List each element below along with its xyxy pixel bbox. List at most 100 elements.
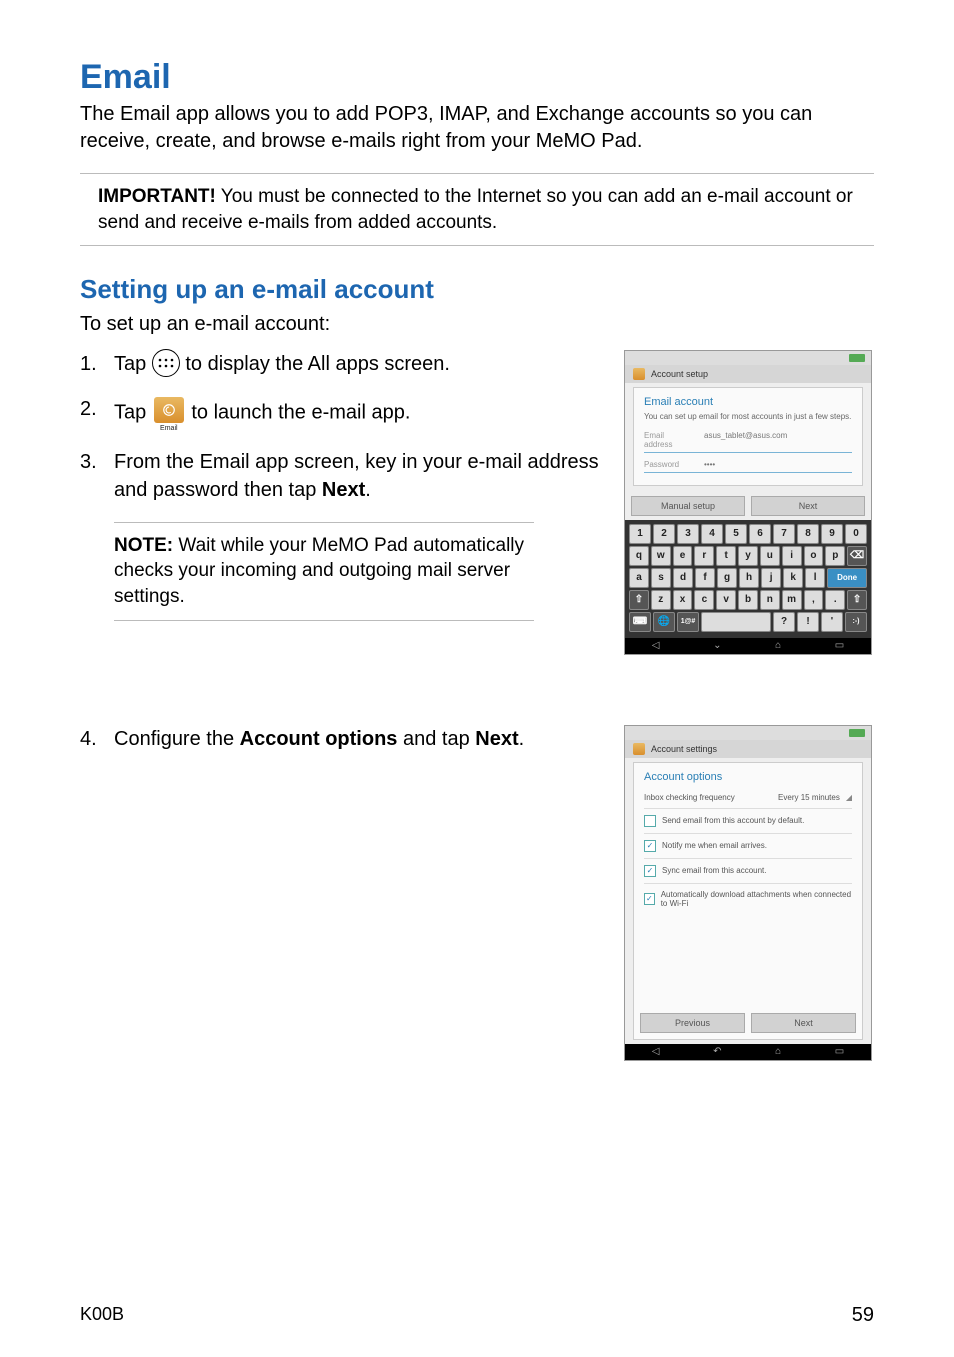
key-y[interactable]: y xyxy=(738,546,758,566)
password-label: Password xyxy=(644,460,694,469)
punct-key-q[interactable]: ? xyxy=(773,612,795,632)
intro-text: The Email app allows you to add POP3, IM… xyxy=(80,101,874,155)
checkbox-checked[interactable] xyxy=(644,840,656,852)
setup-panel: Email account You can set up email for m… xyxy=(633,387,863,486)
key-5[interactable]: 5 xyxy=(725,524,747,544)
frequency-value: Every 15 minutes xyxy=(778,793,840,802)
key-b[interactable]: b xyxy=(738,590,758,610)
screenshot-email-setup: Account setup Email account You can set … xyxy=(624,350,872,655)
key-x[interactable]: x xyxy=(673,590,693,610)
key-3[interactable]: 3 xyxy=(677,524,699,544)
next-button[interactable]: Next xyxy=(751,1013,856,1033)
key-e[interactable]: e xyxy=(673,546,693,566)
key-w[interactable]: w xyxy=(651,546,671,566)
back-icon[interactable]: ◁ xyxy=(652,640,660,651)
key-6[interactable]: 6 xyxy=(749,524,771,544)
key-l[interactable]: l xyxy=(805,568,825,588)
key-t[interactable]: t xyxy=(716,546,736,566)
back-icon[interactable]: ◁ xyxy=(652,1046,660,1057)
key-d[interactable]: d xyxy=(673,568,693,588)
key-o[interactable]: o xyxy=(804,546,824,566)
key-f[interactable]: f xyxy=(695,568,715,588)
emoji-key[interactable]: :-) xyxy=(845,612,867,632)
battery-icon xyxy=(849,354,865,362)
home-icon[interactable]: ⌂ xyxy=(775,640,781,651)
step-3-bold: Next xyxy=(322,479,365,501)
key-⇧[interactable]: ⇧ xyxy=(847,590,867,610)
punct-key-ap[interactable]: ' xyxy=(821,612,843,632)
key-2[interactable]: 2 xyxy=(653,524,675,544)
panel-subtitle: You can set up email for most accounts i… xyxy=(644,412,852,422)
space-key[interactable] xyxy=(701,612,771,632)
option-3-text: Sync email from this account. xyxy=(662,866,766,875)
key-7[interactable]: 7 xyxy=(773,524,795,544)
key-.[interactable]: . xyxy=(825,590,845,610)
option-4-text: Automatically download attachments when … xyxy=(661,890,852,908)
option-sync[interactable]: Sync email from this account. xyxy=(644,859,852,884)
key-i[interactable]: i xyxy=(782,546,802,566)
option-notify[interactable]: Notify me when email arrives. xyxy=(644,834,852,859)
key-q[interactable]: q xyxy=(629,546,649,566)
key-⌫[interactable]: ⌫ xyxy=(847,546,867,566)
key-s[interactable]: s xyxy=(651,568,671,588)
key-p[interactable]: p xyxy=(825,546,845,566)
frequency-row[interactable]: Inbox checking frequency Every 15 minute… xyxy=(644,787,852,809)
options-panel: Account options Inbox checking frequency… xyxy=(633,762,863,1040)
recent-icon[interactable]: ▭ xyxy=(835,1046,844,1057)
recent-icon[interactable]: ▭ xyxy=(835,640,844,651)
key-4[interactable]: 4 xyxy=(701,524,723,544)
key-m[interactable]: m xyxy=(782,590,802,610)
checkbox-checked[interactable] xyxy=(644,865,656,877)
panel-title: Account options xyxy=(644,771,852,783)
option-default-send[interactable]: Send email from this account by default. xyxy=(644,809,852,834)
checkbox-checked[interactable] xyxy=(644,893,655,905)
key-⇧[interactable]: ⇧ xyxy=(629,590,649,610)
key-8[interactable]: 8 xyxy=(797,524,819,544)
on-screen-keyboard[interactable]: 1234567890 qwertyuiop⌫ asdfghjklDone ⇧zx… xyxy=(625,520,871,638)
key-n[interactable]: n xyxy=(760,590,780,610)
key-h[interactable]: h xyxy=(739,568,759,588)
option-auto-download[interactable]: Automatically download attachments when … xyxy=(644,884,852,914)
manual-setup-button[interactable]: Manual setup xyxy=(631,496,745,516)
mode-key[interactable]: 1@# xyxy=(677,612,699,632)
appbar-title: Account settings xyxy=(651,744,717,754)
down-icon[interactable]: ⌄ xyxy=(713,640,721,651)
nav-bar: ◁ ⌄ ⌂ ▭ xyxy=(625,638,871,654)
undo-icon[interactable]: ↶ xyxy=(713,1046,721,1057)
globe-key[interactable]: 🌐 xyxy=(653,612,675,632)
key-j[interactable]: j xyxy=(761,568,781,588)
frequency-label: Inbox checking frequency xyxy=(644,793,735,802)
important-callout: IMPORTANT! You must be connected to the … xyxy=(80,173,874,246)
home-icon[interactable]: ⌂ xyxy=(775,1046,781,1057)
key-c[interactable]: c xyxy=(694,590,714,610)
key-g[interactable]: g xyxy=(717,568,737,588)
section-lead: To set up an e-mail account: xyxy=(80,313,874,336)
done-key[interactable]: Done xyxy=(827,568,867,588)
screenshot-account-options: Account settings Account options Inbox c… xyxy=(624,725,872,1061)
key-z[interactable]: z xyxy=(651,590,671,610)
step-1-text-a: Tap xyxy=(114,353,152,375)
key-v[interactable]: v xyxy=(716,590,736,610)
key-k[interactable]: k xyxy=(783,568,803,588)
next-button[interactable]: Next xyxy=(751,496,865,516)
key-u[interactable]: u xyxy=(760,546,780,566)
note-label: NOTE: xyxy=(114,535,173,556)
footer-model: K00B xyxy=(80,1304,124,1327)
note-callout: NOTE: Wait while your MeMO Pad automatic… xyxy=(114,522,534,621)
previous-button[interactable]: Previous xyxy=(640,1013,745,1033)
key-1[interactable]: 1 xyxy=(629,524,651,544)
keyboard-toggle-key[interactable]: ⌨ xyxy=(629,612,651,632)
key-9[interactable]: 9 xyxy=(821,524,843,544)
checkbox-unchecked[interactable] xyxy=(644,815,656,827)
key-a[interactable]: a xyxy=(629,568,649,588)
password-field[interactable]: Password •••• xyxy=(644,457,852,473)
punct-key-ex[interactable]: ! xyxy=(797,612,819,632)
page-title: Email xyxy=(80,58,874,97)
all-apps-icon xyxy=(152,349,180,377)
key-0[interactable]: 0 xyxy=(845,524,867,544)
note-text: Wait while your MeMO Pad automatically c… xyxy=(114,535,524,607)
app-bar: Account setup xyxy=(625,365,871,383)
key-,[interactable]: , xyxy=(804,590,824,610)
email-field[interactable]: Email address asus_tablet@asus.com xyxy=(644,428,852,453)
key-r[interactable]: r xyxy=(694,546,714,566)
